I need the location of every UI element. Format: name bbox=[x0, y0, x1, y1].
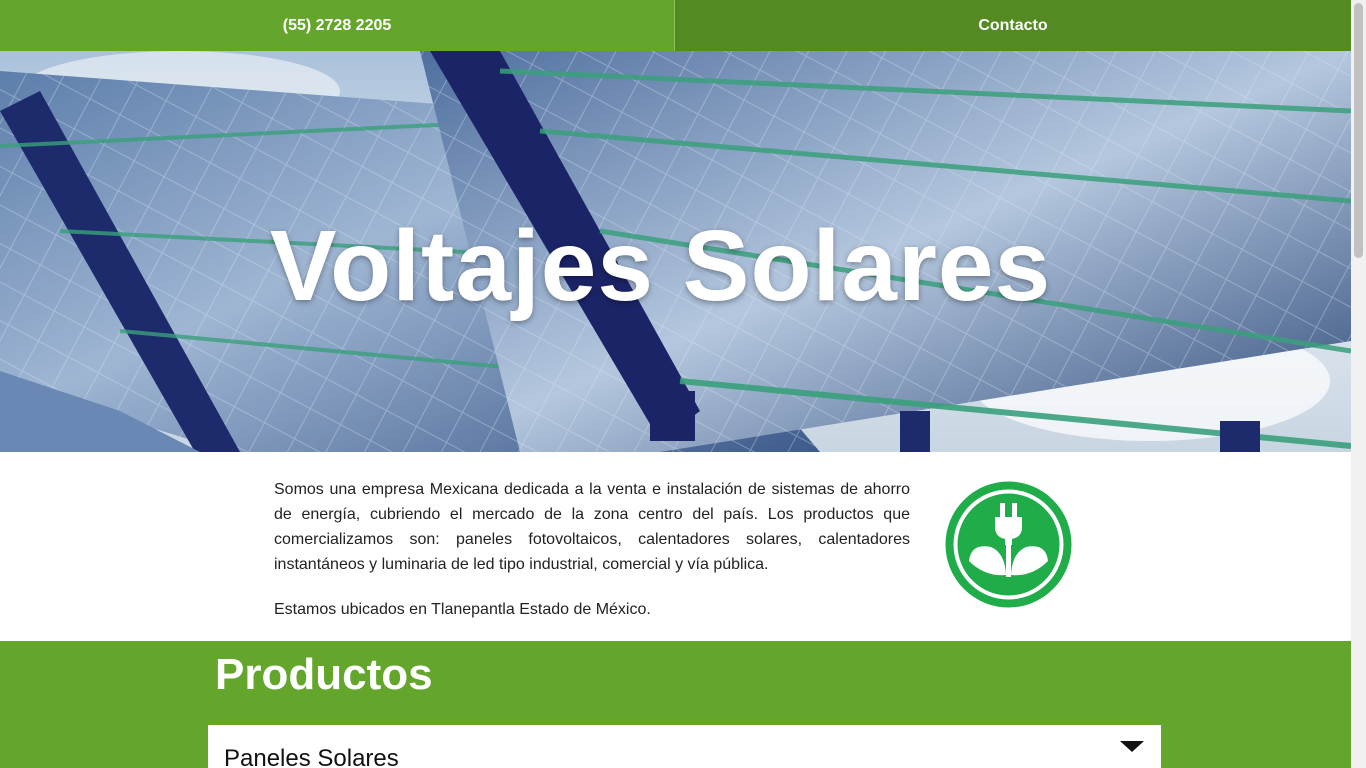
about-section: Somos una empresa Mexicana dedicada a la… bbox=[0, 452, 1351, 641]
contact-link[interactable]: Contacto bbox=[675, 0, 1351, 51]
hero-title: Voltajes Solares bbox=[269, 210, 1052, 322]
products-heading: Productos bbox=[215, 650, 433, 699]
scrollbar-thumb[interactable] bbox=[1354, 3, 1363, 258]
accordion-label: Paneles Solares bbox=[224, 745, 399, 768]
location-paragraph: Estamos ubicados en Tlanepantla Estado d… bbox=[274, 601, 651, 618]
page: (55) 2728 2205 Contacto Voltajes Solares… bbox=[0, 0, 1351, 768]
page-scrollbar[interactable] bbox=[1351, 0, 1366, 768]
accordion-paneles-solares[interactable]: Paneles Solares bbox=[208, 725, 1161, 768]
caret-down-icon[interactable] bbox=[1120, 741, 1144, 752]
top-bar: (55) 2728 2205 Contacto bbox=[0, 0, 1351, 52]
products-section: Productos Paneles Solares bbox=[0, 641, 1351, 768]
phone-link[interactable]: (55) 2728 2205 bbox=[0, 0, 675, 52]
hero-banner: Voltajes Solares bbox=[0, 51, 1351, 452]
about-text: Somos una empresa Mexicana dedicada a la… bbox=[274, 477, 910, 642]
about-paragraph: Somos una empresa Mexicana dedicada a la… bbox=[274, 481, 910, 573]
eco-plug-leaf-icon bbox=[945, 481, 1072, 608]
